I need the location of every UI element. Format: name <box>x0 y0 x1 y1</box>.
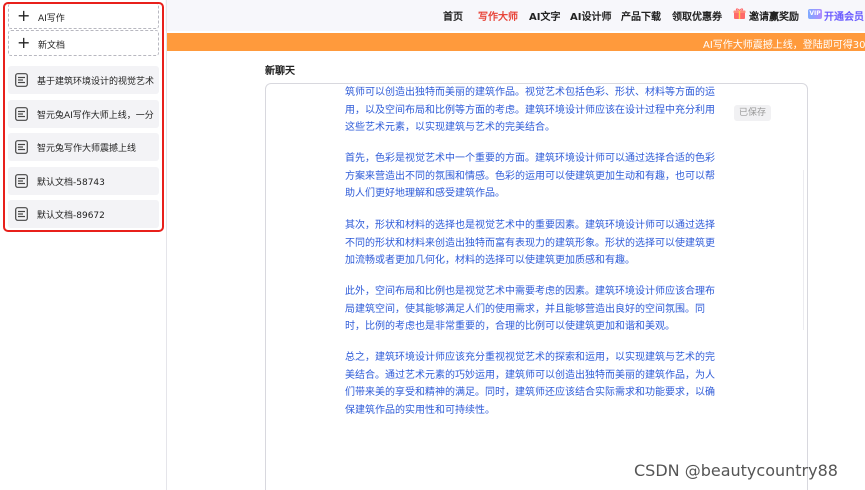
paragraph: 首先，色彩是视觉艺术中一个重要的方面。建筑环境设计师可以通过选择合适的色彩方案来… <box>345 153 715 200</box>
banner-text: AI写作大师震撼上线，登陆即可得3000字 <box>703 40 865 51</box>
nav-open-vip[interactable]: 开通会员 <box>824 8 864 23</box>
nav-coupon[interactable]: 领取优惠券 <box>672 8 722 23</box>
sidebar-divider <box>166 0 167 490</box>
paragraph: 筑师可以创造出独特而美丽的建筑作品。视觉艺术包括色彩、形状、材料等方面的运用，以… <box>345 87 715 134</box>
nav-ai-designer[interactable]: AI设计师 <box>570 8 611 23</box>
vip-icon: VIP <box>808 9 822 19</box>
paragraph: 此外，空间布局和比例也是视觉艺术中需要考虑的因素。建筑环境设计师应该合理布局建筑… <box>345 286 715 333</box>
editor-scrollbar[interactable] <box>803 170 804 330</box>
nav-product-download[interactable]: 产品下载 <box>621 8 661 23</box>
nav-ai-text[interactable]: AI文字 <box>529 8 560 23</box>
highlight-box <box>3 2 164 232</box>
watermark: CSDN @beautycountry88 <box>634 461 838 480</box>
announcement-banner: AI写作大师震撼上线，登陆即可得3000字 <box>167 33 865 51</box>
nav-invite-reward[interactable]: 邀请赢奖励 <box>749 8 799 23</box>
paragraph: 总之，建筑环境设计师应该充分重视视觉艺术的探索和运用，以实现建筑与艺术的完美结合… <box>345 352 715 417</box>
page-title: 新聊天 <box>265 66 295 77</box>
saved-status-badge: 已保存 <box>734 105 771 121</box>
nav-home[interactable]: 首页 <box>443 8 463 23</box>
nav-writing-master[interactable]: 写作大师 <box>478 8 518 23</box>
paragraph: 其次，形状和材料的选择也是视觉艺术中的重要因素。建筑环境设计师可以通过选择不同的… <box>345 220 715 267</box>
gift-icon <box>733 8 746 19</box>
sidebar: + AI写作 + 新文档 基于建筑环境设计的视觉艺术 智元兔AI写作大师上线，一… <box>0 0 165 490</box>
